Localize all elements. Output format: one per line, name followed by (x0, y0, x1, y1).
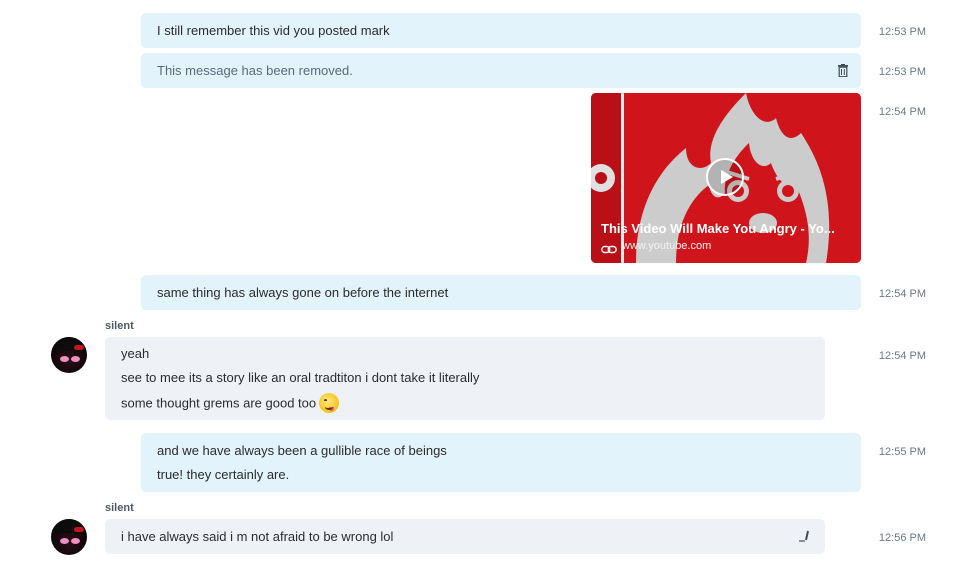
sender-name[interactable]: silent (105, 320, 134, 332)
message-bubble[interactable]: and we have always been a gullible race … (141, 433, 861, 492)
video-url: www.youtube.com (622, 240, 712, 252)
video-preview-card[interactable]: This Video Will Make You Angry - Yo... w… (591, 93, 861, 263)
message-text: yeah (121, 346, 150, 361)
message-bubble[interactable]: I still remember this vid you posted mar… (141, 13, 861, 48)
message-time: 12:53 PM (878, 66, 926, 78)
message-text: see to mee its a story like an oral trad… (121, 370, 480, 385)
video-title[interactable]: This Video Will Make You Angry - Yo... (601, 221, 851, 236)
message-text: true! they certainly are. (157, 467, 290, 482)
message-bubble[interactable]: i have always said i m not afraid to be … (105, 519, 825, 554)
message-time: 12:54 PM (878, 350, 926, 362)
avatar[interactable] (51, 337, 87, 373)
message-time: 12:55 PM (878, 446, 926, 458)
message-text: I still remember this vid you posted mar… (157, 23, 390, 38)
play-button[interactable] (706, 158, 744, 196)
message-text: i have always said i m not afraid to be … (121, 529, 394, 544)
sender-name[interactable]: silent (105, 502, 134, 514)
message-text-with-emoji: some thought grems are good too (121, 393, 340, 414)
message-time: 12:54 PM (878, 106, 926, 118)
avatar[interactable] (51, 519, 87, 555)
message-bubble[interactable]: yeah see to mee its a story like an oral… (105, 337, 825, 420)
message-time: 12:56 PM (878, 532, 926, 544)
removed-message-bubble[interactable]: This message has been removed. (141, 53, 861, 88)
message-text: and we have always been a gullible race … (157, 443, 447, 458)
removed-message-text: This message has been removed. (157, 63, 353, 78)
message-bubble[interactable]: same thing has always gone on before the… (141, 275, 861, 310)
message-time: 12:53 PM (878, 26, 926, 38)
message-text: same thing has always gone on before the… (157, 285, 449, 300)
edit-icon[interactable] (799, 530, 812, 545)
link-icon (601, 242, 617, 257)
message-text: some thought grems are good too (121, 395, 317, 411)
tongue-wink-emoji-icon (319, 393, 340, 413)
message-time: 12:54 PM (878, 288, 926, 300)
